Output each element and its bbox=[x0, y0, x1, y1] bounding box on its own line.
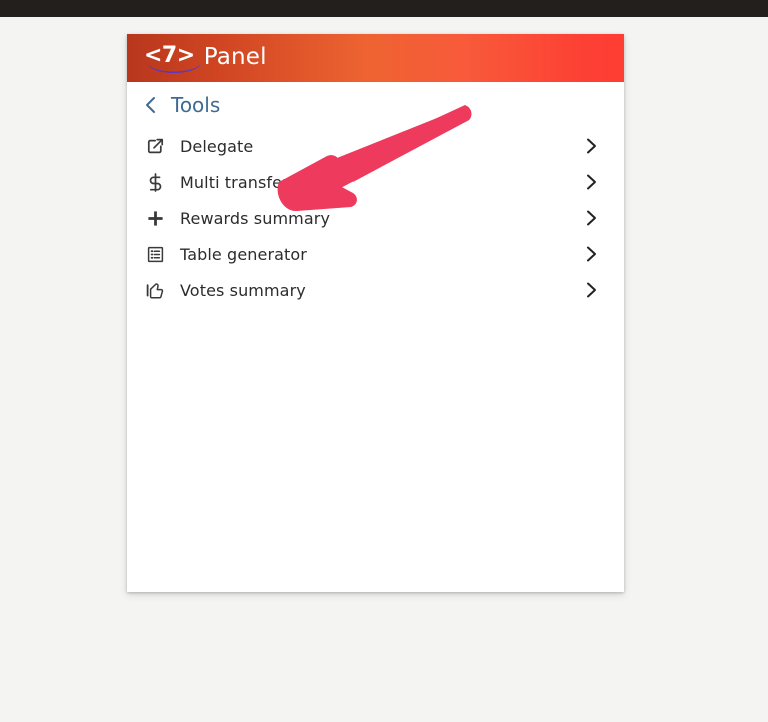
menu-item-label: Votes summary bbox=[180, 280, 306, 300]
menu-item-label: Rewards summary bbox=[180, 208, 331, 228]
brand-logo-mark: <7> bbox=[144, 43, 195, 68]
external-link-icon bbox=[139, 138, 171, 155]
chevron-right-icon[interactable] bbox=[580, 245, 598, 263]
app-header: <7> Panel bbox=[127, 34, 624, 82]
nav-bar: Tools bbox=[127, 82, 624, 122]
menu-item-multi-transfer[interactable]: Multi transfer bbox=[127, 164, 624, 200]
menu-item-label: Delegate bbox=[180, 136, 254, 156]
menu-item-rewards-summary[interactable]: Rewards summary bbox=[127, 200, 624, 236]
menu-item-table-generator[interactable]: Table generator bbox=[127, 236, 624, 272]
app-title: Panel bbox=[203, 44, 267, 70]
chevron-right-icon[interactable] bbox=[580, 137, 598, 155]
chevron-right-icon[interactable] bbox=[580, 281, 598, 299]
table-list-icon bbox=[139, 246, 171, 263]
chevron-right-icon[interactable] bbox=[580, 209, 598, 227]
os-top-bar bbox=[0, 0, 768, 17]
page-background: <7> Panel Tools Delegate Multi transfer … bbox=[0, 17, 768, 722]
thumbs-up-icon bbox=[139, 282, 171, 299]
app-card: <7> Panel Tools Delegate Multi transfer … bbox=[127, 34, 624, 592]
brand-logo: <7> bbox=[144, 41, 201, 75]
plus-icon bbox=[139, 210, 171, 227]
page-title: Tools bbox=[171, 93, 221, 117]
chevron-left-icon[interactable] bbox=[137, 95, 163, 115]
menu-item-label: Table generator bbox=[180, 244, 307, 264]
chevron-right-icon[interactable] bbox=[580, 173, 598, 191]
tools-menu-list: Delegate Multi transfer Rewards summary … bbox=[127, 128, 624, 308]
dollar-sign-icon bbox=[139, 172, 171, 192]
menu-item-votes-summary[interactable]: Votes summary bbox=[127, 272, 624, 308]
menu-item-delegate[interactable]: Delegate bbox=[127, 128, 624, 164]
menu-item-label: Multi transfer bbox=[180, 172, 289, 192]
